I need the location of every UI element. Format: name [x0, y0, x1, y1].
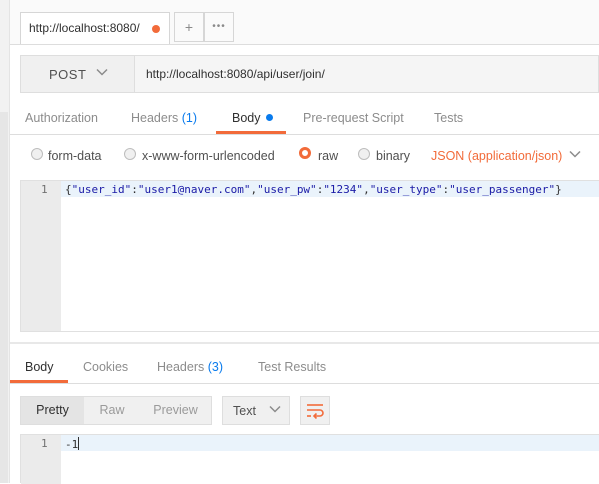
chevron-down-icon	[95, 65, 109, 82]
request-body-editor[interactable]: 1 {"user_id":"user1@naver.com", "user_pw"…	[20, 180, 599, 332]
wrap-lines-button[interactable]	[300, 396, 330, 425]
tab-headers-label: Headers	[131, 111, 179, 125]
response-tab-body[interactable]: Body	[25, 360, 54, 374]
content-type-chevron-icon[interactable]	[568, 147, 582, 164]
code-colon: :	[131, 183, 138, 196]
preview-button[interactable]: Preview	[140, 397, 211, 424]
radio-binary-label: binary	[376, 149, 411, 163]
response-tab-headers[interactable]: Headers (3)	[157, 360, 223, 374]
method-select[interactable]: POST	[20, 55, 135, 93]
headers-count: (1)	[181, 111, 198, 125]
tab-headers[interactable]: Headers (1)	[131, 111, 197, 125]
body-active-dot-icon	[265, 114, 273, 121]
response-active-tab-indicator	[10, 380, 68, 383]
radio-binary[interactable]	[358, 148, 370, 160]
format-select-label: Text	[233, 404, 256, 418]
raw-button[interactable]: Raw	[84, 397, 140, 424]
radio-form-data[interactable]	[31, 148, 43, 160]
code-comma: ,	[363, 183, 370, 196]
url-text: http://localhost:8080/api/user/join/	[146, 67, 325, 81]
code-value-user-type: "user_passenger"	[449, 183, 556, 196]
wrap-lines-icon	[307, 404, 324, 419]
response-active-line	[61, 435, 599, 451]
radio-raw[interactable]	[299, 147, 311, 159]
text-cursor	[78, 437, 80, 450]
line-number: 1	[41, 183, 48, 196]
chevron-down-icon	[268, 402, 282, 419]
content-type-select[interactable]: JSON (application/json)	[431, 149, 562, 163]
pretty-button[interactable]: Pretty	[21, 397, 84, 424]
tab-authorization[interactable]: Authorization	[25, 111, 98, 125]
method-label: POST	[49, 67, 87, 82]
code-key-user-type: "user_type"	[369, 183, 443, 196]
unsaved-dot-icon	[152, 25, 160, 33]
code-key-user-id: "user_id"	[71, 183, 132, 196]
tab-more-button[interactable]: •••	[204, 12, 234, 42]
radio-urlencoded-label: x-www-form-urlencoded	[142, 149, 275, 163]
response-text: -1	[65, 438, 79, 451]
code-value-user-id: "user1@naver.com"	[137, 183, 251, 196]
response-code-line: -1	[65, 437, 80, 451]
new-tab-button[interactable]: +	[174, 12, 204, 42]
response-headers-count: (3)	[207, 360, 224, 374]
response-tab-test-results[interactable]: Test Results	[258, 360, 326, 374]
response-headers-label: Headers	[157, 360, 205, 374]
tab-body[interactable]: Body	[232, 111, 273, 125]
active-tab-indicator	[216, 131, 286, 134]
tab-prerequest-script[interactable]: Pre-request Script	[303, 111, 404, 125]
editor-gutter	[21, 181, 61, 331]
radio-form-data-label: form-data	[48, 149, 102, 163]
format-select[interactable]: Text	[222, 396, 290, 425]
radio-urlencoded[interactable]	[124, 148, 136, 160]
tab-tests[interactable]: Tests	[434, 111, 463, 125]
request-tab[interactable]: http://localhost:8080/	[20, 12, 170, 44]
tab-body-label: Body	[232, 111, 261, 125]
code-line: {"user_id":"user1@naver.com","user_pw":"…	[65, 183, 562, 196]
code-value-user-pw: "1234"	[323, 183, 364, 196]
code-key-user-pw: "user_pw"	[257, 183, 317, 196]
radio-raw-label: raw	[318, 149, 339, 163]
request-tab-label: http://localhost:8080/	[29, 21, 140, 35]
response-divider[interactable]	[10, 342, 599, 344]
view-mode-group: Pretty Raw Preview	[20, 396, 212, 425]
code-brace-close: }	[555, 183, 562, 196]
url-input[interactable]: http://localhost:8080/api/user/join/	[135, 55, 599, 93]
sidebar-scrollbar[interactable]	[0, 112, 8, 483]
response-line-number: 1	[41, 437, 48, 450]
response-body-viewer[interactable]: 1 -1	[20, 434, 599, 484]
code-brace-open: {	[65, 183, 72, 196]
response-tab-cookies[interactable]: Cookies	[83, 360, 128, 374]
